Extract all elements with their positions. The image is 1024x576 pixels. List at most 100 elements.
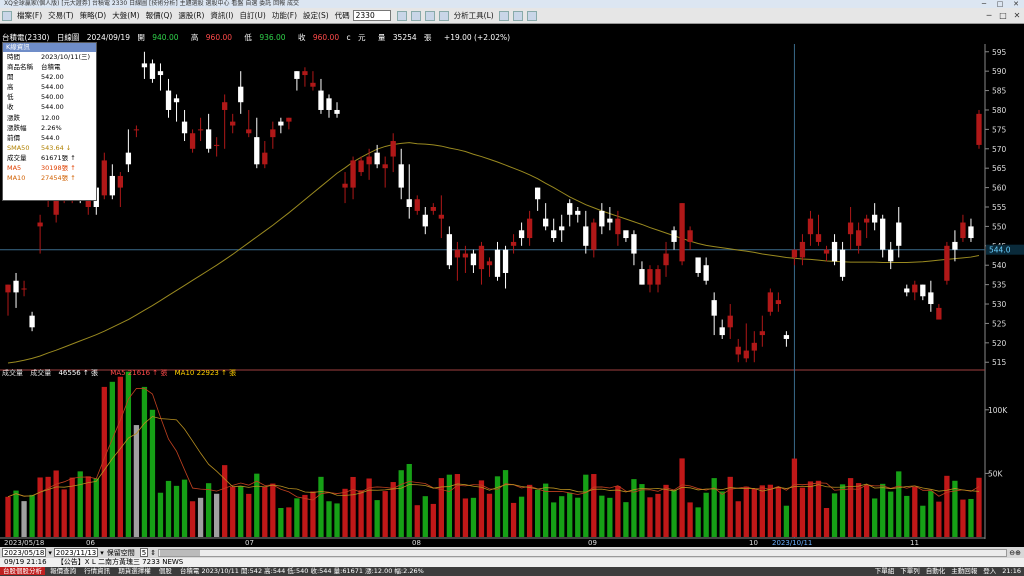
chart-period[interactable]: 日線圖 (57, 33, 80, 42)
keep-space-input[interactable]: 5 (139, 548, 149, 557)
toolbar-icon[interactable] (410, 10, 421, 21)
volume-bar (872, 498, 878, 537)
menu-function[interactable]: 功能(F) (269, 10, 300, 21)
news-ticker[interactable]: 【公告】X L 二南方黃瑰三 7233 NEWS (53, 558, 187, 566)
candle-body (37, 222, 43, 227)
toolbar-icon[interactable] (512, 10, 523, 21)
news-time: 09/19 21:16 (4, 558, 47, 566)
kline-info-value: 544.0 (41, 133, 60, 142)
volume-bar (478, 480, 485, 537)
kline-info-value: 30198張 ↑ (41, 164, 76, 173)
toolbar-icon[interactable] (498, 10, 509, 21)
volume-bar (454, 474, 461, 537)
x-tick-label: 07 (245, 539, 254, 547)
candle-body (334, 109, 340, 114)
volume-bar (727, 476, 733, 537)
kline-info-row: SMA50 543.64 ↓ (3, 143, 96, 153)
status-tab[interactable]: 報價查詢 (47, 567, 79, 575)
candle-body (751, 342, 757, 351)
candle-body (374, 152, 380, 165)
chart-scrollbar[interactable] (158, 548, 1008, 557)
candle-body (703, 265, 709, 281)
minimize-icon[interactable]: ─ (976, 0, 992, 8)
kline-info-key: 漲跌 (7, 113, 20, 122)
toolbar-icon[interactable] (396, 10, 407, 21)
candle-body (928, 292, 934, 305)
volume-bar (230, 486, 236, 537)
status-tab[interactable]: 期貨選擇權 (115, 567, 154, 575)
sub-minimize-icon[interactable]: ─ (982, 10, 996, 22)
status-tab[interactable]: 個股 (156, 567, 175, 575)
candle-body (518, 230, 525, 239)
menu-custom[interactable]: 自訂(U) (237, 10, 269, 21)
volume-bar (53, 470, 59, 537)
volume-bar (37, 477, 43, 537)
menu-trade[interactable]: 交易(T) (45, 10, 76, 21)
volume-bar (526, 484, 533, 537)
candle-body (382, 164, 388, 169)
status-tab[interactable]: 行情資訊 (81, 567, 113, 575)
zoom-in-icon[interactable]: ⊕ (1015, 549, 1021, 557)
sub-close-icon[interactable]: ✕ (1010, 10, 1024, 22)
window-title: XQ全球贏家(個人版) [元大證券] 台積電 2330 日線圖 [技術分析] 主… (4, 0, 300, 7)
volume-bar (149, 409, 156, 537)
chart-tool-icon[interactable] (438, 10, 449, 21)
dropdown-icon[interactable]: ▾ (48, 549, 52, 557)
candle-body (791, 249, 798, 258)
candle-body (615, 218, 621, 235)
volume-bar (663, 484, 669, 537)
menu-market[interactable]: 大盤(M) (109, 10, 142, 21)
volume-bar (510, 502, 517, 537)
candle-body (815, 234, 822, 242)
maximize-icon[interactable]: □ (992, 0, 1008, 8)
kline-info-row: 低 540.00 (3, 92, 96, 102)
menu-file[interactable]: 檔案(F) (14, 10, 45, 21)
toolbar-icon[interactable] (424, 10, 435, 21)
dropdown-icon[interactable]: ▾ (100, 549, 104, 557)
open-label: 開 (137, 33, 145, 42)
login-button[interactable]: 登入 (980, 567, 999, 576)
menu-info[interactable]: 資訊(I) (207, 10, 236, 21)
menu-screener[interactable]: 選股(R) (175, 10, 207, 21)
code-input[interactable]: 2330 (352, 10, 391, 21)
kline-info-row: 漲跌 12.00 (3, 113, 96, 123)
crosshair-price-label: 544.0 (989, 246, 1011, 255)
volume-bar (390, 482, 396, 537)
volume-tick-label: 50K (988, 469, 1004, 478)
order-list-button[interactable]: 下單列 (897, 567, 923, 576)
candle-body (270, 129, 276, 138)
candle-body (775, 300, 782, 305)
sub-maximize-icon[interactable]: □ (996, 10, 1010, 22)
active-report-button[interactable]: 主動回報 (948, 567, 980, 576)
toolbar-icon[interactable] (526, 10, 537, 21)
volume-bar (342, 488, 348, 537)
volume-bar (944, 475, 950, 537)
automation-button[interactable]: 自動化 (923, 567, 949, 576)
volume-bar (559, 496, 565, 537)
spinner-icon[interactable]: ⇕ (150, 549, 156, 557)
volume-bar (414, 505, 420, 537)
menu-strategy[interactable]: 策略(D) (77, 10, 110, 21)
candlestick-chart[interactable]: 5955905855805755705655605555505455405355… (0, 42, 1024, 539)
menu-settings[interactable]: 設定(S) (300, 10, 332, 21)
volume-bar (205, 483, 212, 537)
candle-body (29, 315, 35, 328)
close-icon[interactable]: ✕ (1008, 0, 1024, 8)
kline-info-value: 544.00 (41, 83, 64, 92)
volume-bar (607, 497, 613, 537)
date-from-input[interactable]: 2023/05/18 (2, 548, 47, 557)
candle-body (623, 230, 629, 239)
status-tab-analysis[interactable]: 台股個股分析 (0, 567, 45, 575)
date-to-input[interactable]: 2023/11/13 (53, 548, 99, 557)
kline-info-row: 開 542.00 (3, 72, 96, 82)
volume-bar (631, 479, 637, 537)
scrollbar-thumb[interactable] (160, 549, 201, 556)
menu-quote[interactable]: 報價(Q) (143, 10, 176, 21)
price-change: +19.00 (+2.02%) (443, 33, 511, 42)
analysis-tools-menu[interactable]: 分析工具(L) (451, 10, 497, 21)
volume-bar (262, 487, 268, 537)
candle-body (326, 98, 332, 110)
volume-bar (807, 481, 814, 537)
volume-bar (679, 458, 685, 537)
order-group-button[interactable]: 下單組 (872, 567, 898, 576)
